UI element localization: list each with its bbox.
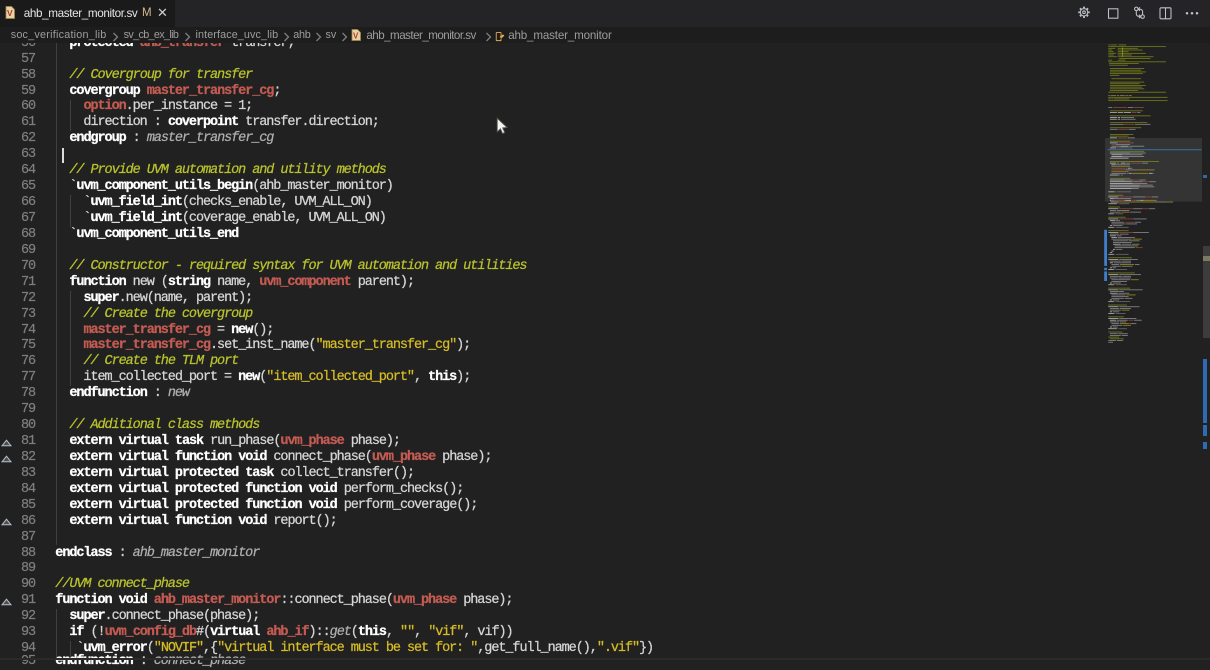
svg-text:V: V <box>353 32 359 41</box>
svg-text:V: V <box>7 8 13 18</box>
